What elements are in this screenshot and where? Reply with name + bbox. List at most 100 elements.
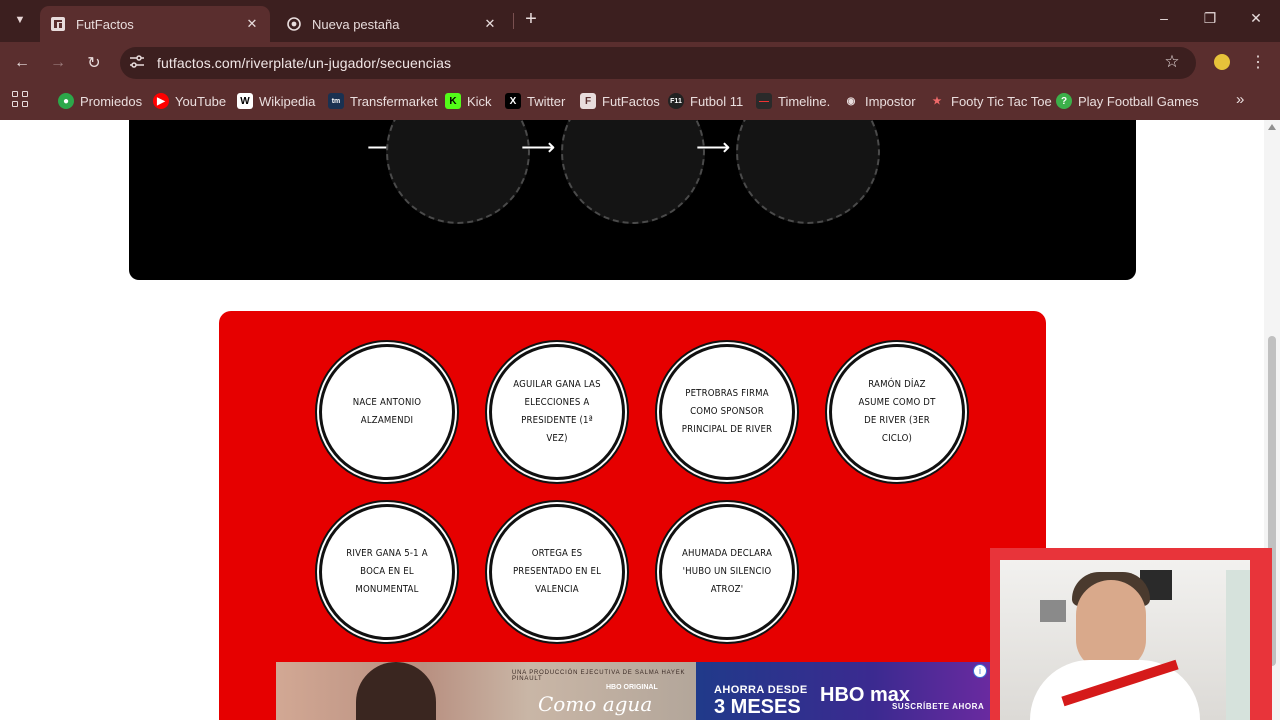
webcam-overlay	[990, 548, 1272, 720]
close-icon[interactable]: ✕	[244, 16, 260, 32]
event-card[interactable]: Ortega es presentado en el Valencia	[489, 504, 625, 640]
futfactos-favicon-icon	[50, 16, 66, 32]
url-text[interactable]: futfactos.com/riverplate/un-jugador/secu…	[157, 55, 451, 71]
site-info-icon[interactable]	[128, 53, 148, 73]
close-icon[interactable]: ✕	[482, 16, 498, 32]
youtube-icon: ▶	[153, 93, 169, 109]
event-text: Aguilar gana las elecciones a presidente…	[513, 379, 601, 444]
bookmark-star-icon[interactable]: ☆	[1162, 52, 1182, 72]
bookmark-promiedos[interactable]: ● Promiedos	[58, 91, 142, 111]
reload-icon[interactable]: ↻	[82, 51, 106, 75]
sequence-slot[interactable]	[386, 120, 530, 224]
wikipedia-icon: W	[237, 93, 253, 109]
bookmark-wikipedia[interactable]: W Wikipedia	[237, 91, 315, 111]
impostor-icon: ◉	[846, 95, 856, 107]
event-text: Ortega es presentado en el Valencia	[512, 548, 602, 595]
kick-icon: K	[445, 93, 461, 109]
timeline-icon: —	[756, 93, 772, 109]
bookmark-timeline[interactable]: — Timeline.	[756, 91, 830, 111]
arrow-right-icon: ⟶	[521, 134, 556, 161]
bookmark-label: Play Football Games	[1078, 93, 1199, 109]
bookmarks-bar: ● Promiedos ▶ YouTube W Wikipedia tm Tra…	[0, 82, 1280, 120]
tab-search-button[interactable]: ▼	[8, 8, 32, 32]
ad-image: UNA PRODUCCIÓN EJECUTIVA DE SALMA HAYEK …	[276, 662, 696, 720]
chevron-double-right-icon[interactable]: »	[1236, 91, 1244, 108]
bookmark-label: FutFactos	[602, 93, 660, 109]
bookmark-footy-tic-tac-toe[interactable]: ★ Footy Tic Tac Toe	[929, 91, 1052, 111]
bookmark-label: Futbol 11	[690, 93, 744, 109]
address-bar[interactable]: futfactos.com/riverplate/un-jugador/secu…	[120, 47, 1196, 79]
bookmark-futbol11[interactable]: F11 Futbol 11	[668, 91, 743, 111]
bookmark-label: Transfermarket	[350, 93, 438, 109]
futfactos-icon: F	[580, 93, 596, 109]
bookmark-label: Wikipedia	[259, 93, 316, 109]
bookmark-label: YouTube	[175, 93, 227, 109]
apps-grid-icon[interactable]	[12, 91, 30, 109]
bookmark-label: Kick	[467, 93, 492, 109]
bookmark-play-football-games[interactable]: ? Play Football Games	[1056, 91, 1199, 111]
tab-title: FutFactos	[76, 16, 134, 32]
ad-offer-line2: 3 MESES	[714, 696, 801, 718]
bookmark-transfermarket[interactable]: tm Transfermarket	[328, 91, 438, 111]
tab-futfactos[interactable]: FutFactos ✕	[40, 6, 270, 42]
chevron-down-icon: ▼	[14, 14, 26, 26]
sequence-slot[interactable]	[561, 120, 705, 224]
event-text: Nace Antonio Alzamendi	[352, 397, 422, 426]
menu-kebab-icon[interactable]: ⋮	[1248, 52, 1268, 74]
event-card[interactable]: Petrobras firma como sponsor principal d…	[659, 344, 795, 480]
arrow-right-icon: ⟶	[696, 134, 731, 161]
tab-title: Nueva pestaña	[312, 16, 400, 32]
ad-offer-line1: AHORRA DESDE	[714, 684, 808, 696]
restore-icon[interactable]: ❐	[1200, 10, 1220, 30]
window-close-icon[interactable]: ✕	[1246, 10, 1266, 30]
bookmark-label: Promiedos	[80, 93, 143, 109]
transfermarkt-icon: tm	[328, 93, 344, 109]
minimize-icon[interactable]: –	[1154, 10, 1174, 30]
event-text: Ramón Díaz asume como DT de River (3er c…	[858, 379, 936, 444]
bookmark-label: Timeline.	[778, 93, 831, 109]
event-card[interactable]: Nace Antonio Alzamendi	[319, 344, 455, 480]
footy-icon: ★	[932, 95, 942, 107]
bookmark-futfactos[interactable]: F FutFactos	[580, 91, 660, 111]
new-tab-plus-icon[interactable]: +	[520, 9, 542, 31]
bookmark-twitter[interactable]: X Twitter	[505, 91, 565, 111]
profile-avatar[interactable]	[1212, 52, 1232, 72]
futbol11-icon: F11	[668, 93, 684, 109]
forward-arrow-icon[interactable]: →	[46, 51, 70, 75]
bookmark-label: Impostor	[865, 93, 916, 109]
event-card[interactable]: Ramón Díaz asume como DT de River (3er c…	[829, 344, 965, 480]
event-text: River gana 5-1 a Boca en el Monumental	[346, 548, 428, 595]
event-text: Ahumada declara 'hubo un silencio atroz'	[681, 548, 773, 595]
bookmark-kick[interactable]: K Kick	[445, 91, 492, 111]
sequence-slot[interactable]	[736, 120, 880, 224]
back-arrow-icon[interactable]: ←	[10, 51, 34, 75]
promiedos-icon: ●	[58, 93, 74, 109]
bookmark-impostor[interactable]: ◉ Impostor	[843, 91, 916, 111]
tab-strip: ▼ FutFactos ✕ Nueva pestaña ✕ + – ❐ ✕	[0, 0, 1280, 42]
event-text: Petrobras firma como sponsor principal d…	[681, 388, 773, 435]
bookmark-label: Footy Tic Tac Toe	[951, 93, 1052, 109]
ad-title: Como agua para chocolate	[538, 692, 688, 720]
bookmark-label: Twitter	[527, 93, 566, 109]
scroll-up-arrow-icon[interactable]	[1268, 124, 1276, 130]
sequence-answer-panel: ⟶ ⟶ ⟶	[129, 120, 1136, 280]
webcam-video	[1000, 560, 1250, 720]
ad-offer: AHORRA DESDE 3 MESES HBO max SUSCRÍBETE …	[696, 662, 991, 720]
ad-actress-image	[356, 662, 436, 720]
ad-info-icon[interactable]: i	[973, 664, 987, 678]
ad-badge: HBO ORIGINAL	[606, 684, 658, 691]
event-card[interactable]: River gana 5-1 a Boca en el Monumental	[319, 504, 455, 640]
play-football-icon: ?	[1056, 93, 1072, 109]
x-icon: X	[505, 93, 521, 109]
bookmark-youtube[interactable]: ▶ YouTube	[153, 91, 226, 111]
event-card[interactable]: Ahumada declara 'hubo un silencio atroz'	[659, 504, 795, 640]
chrome-icon	[286, 16, 302, 32]
browser-toolbar: ← → ↻ futfactos.com/riverplate/un-jugado…	[0, 42, 1280, 82]
tab-nueva-pestana[interactable]: Nueva pestaña ✕	[276, 6, 508, 42]
event-card[interactable]: Aguilar gana las elecciones a presidente…	[489, 344, 625, 480]
tab-divider	[513, 13, 514, 29]
ad-cta-button[interactable]: SUSCRÍBETE AHORA	[892, 702, 984, 711]
ad-production-text: UNA PRODUCCIÓN EJECUTIVA DE SALMA HAYEK …	[512, 670, 686, 682]
hbo-max-ad-banner[interactable]: UNA PRODUCCIÓN EJECUTIVA DE SALMA HAYEK …	[276, 662, 991, 720]
event-options-panel: Nace Antonio Alzamendi Aguilar gana las …	[219, 311, 1046, 720]
